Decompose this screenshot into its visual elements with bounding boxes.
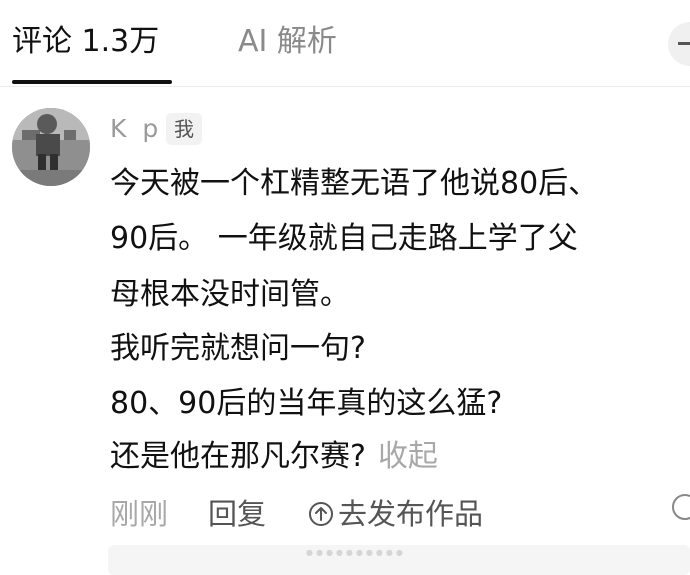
arrow-up-circle-icon	[309, 502, 333, 526]
avatar[interactable]	[12, 108, 90, 186]
me-badge: 我	[166, 113, 202, 145]
comment-text-line: 90后。 一年级就自己走路上学了父	[110, 221, 578, 256]
active-tab-indicator	[12, 80, 172, 84]
comment-text-last-line: 还是他在那凡尔赛? 收起	[110, 437, 438, 477]
collapse-button[interactable]: 收起	[378, 439, 438, 474]
publish-work-button[interactable]: 去发布作品	[308, 494, 483, 534]
comment-text-line: 今天被一个杠精整无语了他说80后、	[110, 166, 599, 201]
like-icon[interactable]	[672, 494, 690, 520]
reply-button[interactable]: 回复	[208, 494, 266, 534]
more-dots-icon: ●●●●●●●●●●	[306, 548, 406, 557]
tab-ai-analysis[interactable]: AI 解析	[238, 22, 337, 62]
publish-work-label: 去发布作品	[338, 497, 484, 531]
comment-username[interactable]: K p	[110, 112, 162, 146]
comment-text-line: 还是他在那凡尔赛?	[110, 439, 366, 474]
comment-text-line: 80、90后的当年真的这么猛?	[110, 386, 503, 421]
comment-text-line: 母根本没时间管。	[110, 277, 350, 312]
comment-tabs: 评论 1.3万 AI 解析	[0, 0, 690, 87]
comment-timestamp: 刚刚	[110, 497, 169, 531]
close-button[interactable]	[668, 22, 690, 66]
comment-text-line: 我听完就想问一句?	[110, 331, 366, 366]
close-icon	[678, 42, 690, 45]
tab-comments[interactable]: 评论 1.3万	[12, 22, 159, 62]
avatar-image	[12, 108, 90, 186]
